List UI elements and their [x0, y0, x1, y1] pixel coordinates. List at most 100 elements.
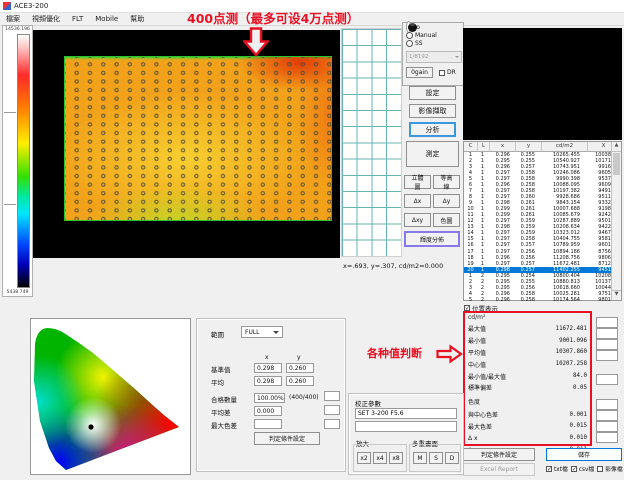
excel-report-button[interactable]: Excel Report: [463, 463, 535, 476]
fileopt-checkbox[interactable]: ✓: [571, 466, 577, 472]
judge-condition-button-2[interactable]: 判定條件設定: [254, 432, 320, 445]
scroll-up-icon[interactable]: ▲: [612, 142, 621, 152]
cie-diagram-panel: [30, 318, 191, 475]
menu-item-幫助[interactable]: 幫助: [124, 13, 150, 24]
colorbar-gradient: [17, 34, 30, 288]
save-button[interactable]: 儲存: [546, 448, 622, 461]
table-row[interactable]: 520.2960.25810174.5649801: [464, 297, 621, 303]
app-icon: [3, 2, 11, 10]
menu-item-Mobile[interactable]: Mobile: [89, 14, 124, 23]
result-indicator-box: [596, 317, 618, 328]
fileopt-checkbox[interactable]: [597, 466, 603, 472]
menu-item-視頻優化[interactable]: 視頻優化: [26, 13, 66, 24]
multiview-button-M[interactable]: M: [413, 452, 427, 464]
col-x-label: x: [265, 354, 269, 361]
zoom-button-x8[interactable]: x8: [389, 452, 403, 464]
lum-row: 最小值/最大值84.0: [468, 370, 587, 382]
window-title: ACE3-200: [14, 2, 48, 10]
results-chroma-title: 色度: [468, 394, 587, 409]
lum-label: 最小值: [468, 336, 486, 345]
lum-value: 11672.481: [556, 326, 587, 332]
radio-manual[interactable]: Manual: [403, 31, 463, 39]
analyze-button[interactable]: 分析: [409, 122, 456, 137]
avg-diff-field[interactable]: 0.000: [254, 406, 282, 416]
view-button-Δxy[interactable]: Δxy: [404, 213, 431, 227]
view-button-Δy[interactable]: Δy: [433, 194, 460, 208]
chroma-value: 0.010: [570, 435, 587, 441]
view-button-立體圖[interactable]: 立體圖: [404, 175, 431, 189]
dr-checkbox-box[interactable]: [439, 70, 445, 76]
measure-button[interactable]: 測定: [406, 141, 459, 167]
zoom-button-x4[interactable]: x4: [373, 452, 387, 464]
radio-dot-ss[interactable]: [406, 40, 413, 47]
table-scrollbar[interactable]: ▲ ▼: [611, 142, 621, 300]
chroma-label: 與中心色差: [468, 410, 498, 419]
max-colordiff-label: 最大色差: [211, 420, 237, 430]
fileopt-label: 影像檔: [605, 464, 622, 473]
table-col-L: L: [478, 142, 490, 151]
measurement-table[interactable]: CLxycd/m2X 110.2960.25510265.45510038210…: [463, 141, 622, 301]
annotation-top-note: 400点测（最多可设4万点测）: [187, 8, 359, 27]
chroma-value: 0.015: [570, 423, 587, 429]
fileopt-影像檔[interactable]: 影像檔: [597, 464, 622, 473]
scroll-down-icon[interactable]: ▼: [612, 290, 621, 300]
table-col-x: x: [490, 142, 516, 151]
luminance-distribution-button[interactable]: 輝度分佈: [404, 231, 460, 247]
zoom-button-x2[interactable]: x2: [357, 452, 371, 464]
range-select[interactable]: FULL: [241, 326, 283, 338]
image-capture-button[interactable]: 影像擷取: [409, 104, 456, 118]
scrollbar-thumb[interactable]: [613, 153, 620, 175]
multiview-button-S[interactable]: S: [429, 452, 443, 464]
fileopt-txt檔[interactable]: ✓txt檔: [546, 464, 568, 473]
colorbar-tick: [4, 112, 16, 113]
radio-dot-manual[interactable]: [406, 32, 413, 39]
radio-auto[interactable]: Auto: [403, 23, 463, 31]
multiview-button-D[interactable]: D: [445, 452, 459, 464]
calibration-extra-field[interactable]: [355, 421, 457, 432]
luminance-results: 最大值11672.481最小值9001.096平均值10307.860中心值10…: [468, 323, 587, 394]
dr-checkbox-label: DR: [447, 69, 456, 76]
measurement-display[interactable]: [33, 30, 340, 258]
average-y-field[interactable]: 0.260: [286, 376, 314, 386]
menu-item-FLT[interactable]: FLT: [66, 14, 89, 23]
judge-condition-button[interactable]: 判定條件設定: [463, 448, 535, 461]
lum-label: 最小值/最大值: [468, 372, 506, 381]
multiview-group: MSD: [409, 444, 461, 472]
pass-count-label: 合格數量: [211, 394, 237, 404]
view-button-Δx[interactable]: Δx: [404, 194, 431, 208]
shutter-select[interactable]: 1/8192: [406, 51, 462, 63]
calibration-panel: 校正參數 SET 3-200 F5.6 放大 x2x4x8 多重畫面 MSD: [348, 393, 464, 475]
view-button-色圖[interactable]: 色圖: [433, 213, 460, 227]
menu-item-檔案[interactable]: 檔案: [0, 13, 26, 24]
calibration-title: 校正參數: [355, 398, 381, 408]
reference-y-field[interactable]: 0.260: [286, 363, 314, 373]
table-header: CLxycd/m2X: [464, 142, 621, 152]
table-cell: 9801: [583, 297, 614, 303]
reference-x-field[interactable]: 0.298: [254, 363, 282, 373]
zoom-group: x2x4x8: [353, 444, 407, 472]
dr-checkbox[interactable]: DR: [439, 69, 456, 76]
chroma-row: 與中心色差0.001: [468, 409, 587, 421]
results-lum-title: cd/m²: [468, 314, 587, 323]
lum-row: 最小值9001.096: [468, 335, 587, 347]
fileopt-csv檔[interactable]: ✓csv檔: [571, 464, 594, 473]
cie-chromaticity-diagram[interactable]: [31, 319, 190, 474]
gain-button[interactable]: 0gain: [406, 67, 433, 78]
table-body[interactable]: 110.2960.25510265.45510038210.2950.25510…: [464, 152, 621, 303]
fileopt-label: txt檔: [554, 464, 568, 473]
radio-ss[interactable]: SS: [403, 39, 463, 47]
luminance-heatmap[interactable]: [64, 56, 332, 221]
result-indicator-box: [596, 328, 618, 339]
settings-button[interactable]: 設定: [409, 86, 456, 100]
lum-row: 中心值10207.258: [468, 358, 587, 370]
lum-value: 10207.258: [556, 361, 587, 367]
fileopt-checkbox[interactable]: ✓: [546, 466, 552, 472]
table-cell: 0.296: [488, 297, 513, 303]
lum-label: 平均值: [468, 348, 486, 357]
lum-value: 0.05: [573, 385, 587, 391]
average-x-field[interactable]: 0.298: [254, 376, 282, 386]
annotation-right-arrow-icon: [436, 344, 463, 364]
max-colordiff-field[interactable]: [254, 419, 282, 429]
calibration-value-field[interactable]: SET 3-200 F5.6: [355, 408, 457, 419]
view-button-等高線[interactable]: 等高線: [433, 175, 460, 189]
